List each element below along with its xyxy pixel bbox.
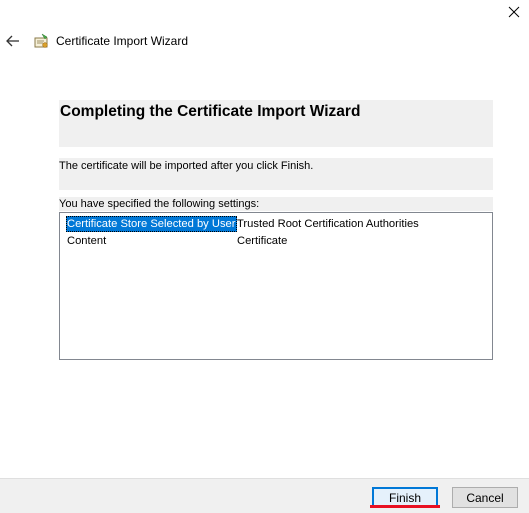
button-bar [0,478,529,513]
page-heading: Completing the Certificate Import Wizard [60,103,361,120]
cancel-button[interactable]: Cancel [452,487,518,508]
back-arrow-icon [6,35,19,47]
close-button[interactable] [499,0,529,24]
window-title: Certificate Import Wizard [56,34,189,48]
back-button[interactable] [4,32,22,50]
settings-value: Trusted Root Certification Authorities [237,218,419,230]
settings-list[interactable]: Certificate Store Selected by User Trust… [59,212,493,360]
settings-key: Certificate Store Selected by User [66,216,237,232]
settings-value: Certificate [237,235,288,247]
info-text: The certificate will be imported after y… [59,160,314,172]
certificate-import-wizard-window: Certificate Import Wizard Completing the… [0,0,529,513]
settings-key: Content [67,235,107,247]
certificate-icon [34,33,48,48]
settings-label: You have specified the following setting… [59,198,260,210]
close-icon [508,6,520,18]
finish-highlight-underline [370,505,440,508]
